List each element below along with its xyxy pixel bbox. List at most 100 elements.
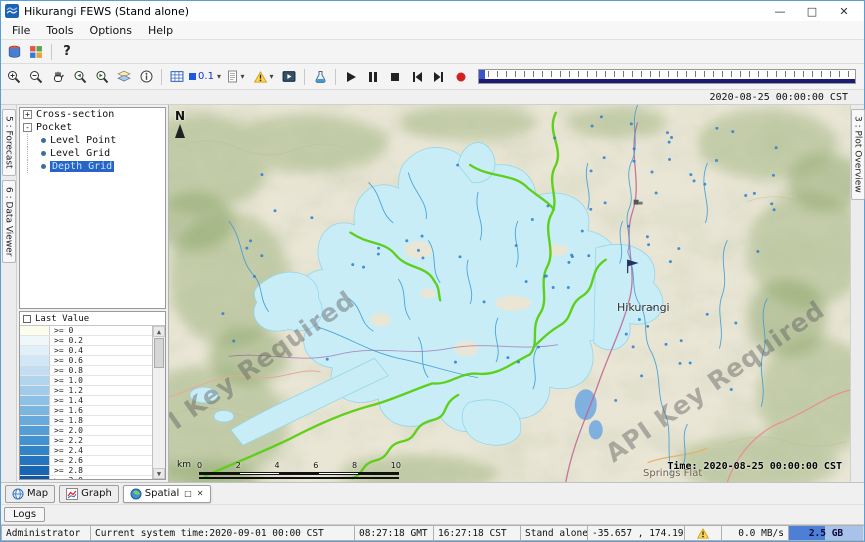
legend-row: >= 2.8	[20, 466, 152, 476]
map-tab-icon	[12, 488, 24, 500]
legend-color-swatch	[20, 436, 50, 445]
tree-item-cross-section[interactable]: + Cross-section	[20, 108, 165, 121]
map-view[interactable]: N API Key Required API Key Required Hiku…	[169, 105, 850, 482]
animation-icon[interactable]	[278, 67, 300, 87]
warning-menu-button[interactable]: ▾	[250, 67, 278, 87]
tree-item-pocket[interactable]: - Pocket	[20, 121, 165, 134]
menu-item[interactable]: File	[4, 23, 38, 38]
legend-label: >= 2.8	[50, 466, 83, 475]
window-title: Hikurangi FEWS (Stand alone)	[24, 5, 189, 18]
zoom-next-icon[interactable]	[91, 67, 113, 87]
legend-color-swatch	[20, 416, 50, 425]
chevron-down-icon: ▾	[240, 72, 244, 81]
scroll-up-icon[interactable]: ▲	[153, 326, 165, 337]
modules-icon[interactable]	[25, 42, 47, 62]
tree-item-level-grid[interactable]: Level Grid	[20, 147, 165, 160]
collapse-icon[interactable]: -	[23, 123, 32, 132]
expand-icon[interactable]: +	[23, 110, 32, 119]
tree-item-level-point[interactable]: Level Point	[20, 134, 165, 147]
timeline-cursor[interactable]	[479, 70, 485, 83]
skip-end-button[interactable]	[428, 67, 450, 87]
legend-header-label: Last Value	[35, 314, 89, 324]
maximize-button[interactable]: □	[796, 2, 828, 20]
zoom-in-icon[interactable]	[3, 67, 25, 87]
database-icon[interactable]	[3, 42, 25, 62]
legend-label: >= 2.4	[50, 446, 83, 455]
legend-color-swatch	[20, 346, 50, 355]
menu-item[interactable]: Tools	[38, 23, 81, 38]
legend-color-swatch	[20, 406, 50, 415]
timeline-slider[interactable]	[478, 69, 856, 84]
tree-item-depth-grid[interactable]: Depth Grid	[20, 160, 165, 173]
dock-tab[interactable]: 3 : Plot Overview	[851, 109, 865, 200]
status-memory-gauge: 2.5 GB	[788, 525, 864, 541]
menu-item[interactable]: Help	[140, 23, 181, 38]
warning-icon	[254, 71, 267, 83]
status-warning-cell[interactable]	[684, 525, 722, 541]
tab-label: Spatial	[145, 488, 179, 499]
status-gmt-time: 08:27:18 GMT	[354, 525, 434, 541]
legend-row: >= 1.2	[20, 386, 152, 396]
tab-graph[interactable]: Graph	[59, 485, 119, 503]
scrollbar-thumb[interactable]	[154, 338, 164, 368]
legend-color-swatch	[20, 366, 50, 375]
status-user: Administrator	[1, 525, 91, 541]
legend-color-swatch	[20, 326, 50, 335]
legend-label: >= 0.4	[50, 346, 83, 355]
tab-float-icon[interactable]: □	[184, 489, 192, 498]
scroll-down-icon[interactable]: ▼	[153, 468, 165, 479]
legend-label: >= 1.6	[50, 406, 83, 415]
profile-tool-icon[interactable]	[309, 67, 331, 87]
legend-label: >= 1.4	[50, 396, 83, 405]
legend-color-swatch	[20, 446, 50, 455]
layers-icon[interactable]	[113, 67, 135, 87]
legend-scrollbar[interactable]: ▲ ▼	[152, 326, 165, 479]
legend-label: >= 2.2	[50, 436, 83, 445]
record-button[interactable]	[450, 67, 472, 87]
tree-item-label: Pocket	[36, 122, 72, 133]
dock-tab[interactable]: 6 : Data Viewer	[2, 180, 16, 263]
minimize-button[interactable]: —	[764, 2, 796, 20]
status-coordinates: -35.657 , 174.199	[587, 525, 685, 541]
close-button[interactable]: ✕	[828, 2, 860, 20]
legend-color-swatch	[20, 356, 50, 365]
status-download-rate: 0.0 MB/s	[721, 525, 789, 541]
document-icon	[227, 70, 238, 83]
zoom-out-icon[interactable]	[25, 67, 47, 87]
info-icon[interactable]	[135, 67, 157, 87]
titlebar[interactable]: Hikurangi FEWS (Stand alone) — □ ✕	[1, 1, 864, 21]
legend-label: >= 1.8	[50, 416, 83, 425]
legend-label: >= 0.8	[50, 366, 83, 375]
map-toolbar: 0.1 ▾ ▾ ▾	[1, 64, 864, 90]
legend-header: Last Value	[20, 312, 165, 326]
stop-button[interactable]	[384, 67, 406, 87]
document-menu-button[interactable]: ▾	[222, 67, 250, 87]
menu-item[interactable]: Options	[82, 23, 140, 38]
record-icon	[455, 71, 467, 83]
tab-map[interactable]: Map	[5, 485, 55, 503]
help-icon[interactable]: ?	[56, 42, 78, 62]
app-window: Hikurangi FEWS (Stand alone) — □ ✕ FileT…	[0, 0, 865, 542]
legend-label: >= 0	[50, 326, 73, 335]
tab-label: Map	[27, 488, 48, 499]
main-toolbar: ?	[1, 40, 864, 64]
grid-display-selector[interactable]: 0.1 ▾	[188, 67, 222, 87]
pan-icon[interactable]	[47, 67, 69, 87]
logs-button[interactable]: Logs	[4, 507, 45, 522]
zoom-previous-icon[interactable]	[69, 67, 91, 87]
dock-tab[interactable]: 5 : Forecast	[2, 109, 16, 176]
node-bullet-icon	[41, 151, 46, 156]
skip-start-button[interactable]	[406, 67, 428, 87]
pause-button[interactable]	[362, 67, 384, 87]
tab-close-icon[interactable]: ✕	[197, 489, 204, 498]
graph-tab-icon	[66, 488, 78, 500]
tree-item-label: Depth Grid	[50, 161, 114, 172]
scrollbar-track[interactable]	[153, 337, 165, 468]
tab-spatial[interactable]: Spatial □ ✕	[123, 485, 211, 503]
legend-row: >= 0	[20, 326, 152, 336]
status-local-time: 16:27:18 CST	[433, 525, 521, 541]
last-value-checkbox[interactable]	[23, 315, 31, 323]
right-dock-tabstrip: 3 : Plot Overview	[850, 105, 864, 482]
play-button[interactable]	[340, 67, 362, 87]
grid-icon[interactable]	[166, 67, 188, 87]
